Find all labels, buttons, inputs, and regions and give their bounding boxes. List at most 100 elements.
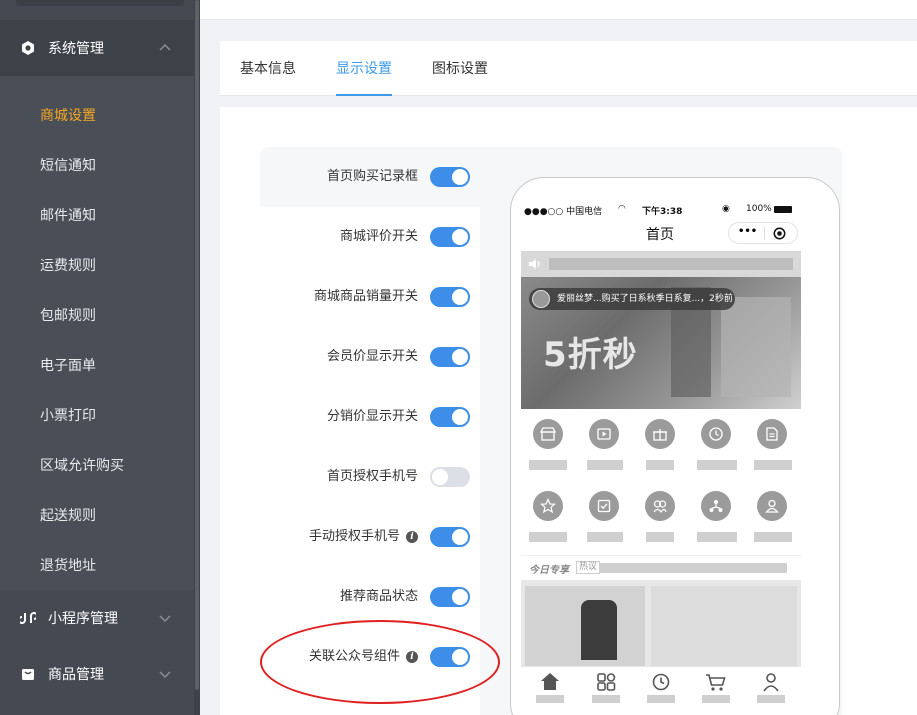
category-icon [597,673,616,691]
miniprogram-capsule[interactable]: ••• [728,222,798,244]
gear-icon [22,41,34,55]
member-price-toggle[interactable] [430,347,470,367]
more-icon[interactable]: ••• [738,226,757,237]
mini-program-icon [20,612,36,624]
setting-label: 分销价显示开关 [326,409,418,424]
setting-label: 首页授权手机号 [326,469,418,484]
sidebar-item-mall-settings[interactable]: 商城设置 [0,90,194,140]
tab-profile[interactable] [756,671,786,703]
top-header [200,0,917,20]
setting-label: 手动授权手机号 i [309,507,418,567]
chevron-up-icon [159,43,171,51]
sales-count-toggle[interactable] [430,287,470,307]
chevron-down-icon [159,615,171,623]
sidebar-group-label: 小程序管理 [48,611,118,627]
banner-text: 5折秒 [543,335,638,375]
chevron-down-icon [159,671,171,679]
user-icon [763,673,779,692]
distribution-icon[interactable] [701,491,731,521]
sidebar-item-e-waybill[interactable]: 电子面单 [0,340,194,390]
nav-label-placeholder [529,460,567,470]
nav-label-placeholder [697,460,737,470]
nav-label-placeholder [646,460,674,470]
sidebar-group-system[interactable]: 系统管理 [0,20,194,76]
sidebar-item-label: 电子面单 [40,358,96,374]
status-time: 下午3:38 [642,207,683,217]
goods-icon [22,669,34,680]
tab-icon-settings[interactable]: 图标设置 [432,41,488,96]
sidebar-scrollbar[interactable] [194,0,200,715]
home-auth-phone-toggle[interactable] [430,467,470,487]
distribution-price-toggle[interactable] [430,407,470,427]
sidebar-group-goods[interactable]: 商品管理 [0,646,194,702]
setting-label: 关联公众号组件 i [309,627,418,687]
setting-row-review: 商城评价开关 [260,207,480,267]
product-list-preview[interactable] [521,580,801,666]
tab-flash-sale[interactable] [646,671,676,703]
tab-category[interactable] [591,671,621,703]
purchase-record-toggle[interactable] [430,167,470,187]
tab-cart[interactable] [701,671,731,703]
sidebar-item-return-address[interactable]: 退货地址 [0,540,194,590]
tab-display-settings[interactable]: 显示设置 [336,41,392,96]
sidebar-item-label: 邮件通知 [40,208,96,224]
setting-row-home-auth-phone: 首页授权手机号 [260,447,480,507]
recommend-status-toggle[interactable] [430,587,470,607]
setting-label: 推荐商品状态 [339,589,418,604]
store-icon[interactable] [533,419,563,449]
sidebar-group-label: 商品管理 [48,667,104,683]
scrollbar-thumb[interactable] [195,0,199,690]
sidebar-item-label: 商城设置 [40,108,96,124]
speaker-icon [529,259,540,269]
carrier-text: ●●●○○ 中国电信 [524,207,603,217]
tab-basic-info[interactable]: 基本信息 [240,41,296,96]
alarm-icon: ◉ [722,204,730,214]
setting-label: 商城评价开关 [339,229,418,244]
nav-label-placeholder [529,532,567,542]
gift-icon[interactable] [645,419,675,449]
sidebar-item-email[interactable]: 邮件通知 [0,190,194,240]
notice-bar [521,251,801,277]
sidebar-item-label: 退货地址 [40,558,96,574]
sidebar-item-min-order[interactable]: 起送规则 [0,490,194,540]
nav-label-placeholder [754,532,792,542]
hot-badge: 热议 [576,561,601,574]
video-icon[interactable] [589,419,619,449]
info-icon[interactable]: i [406,651,418,663]
sidebar-item-free-shipping[interactable]: 包邮规则 [0,290,194,340]
close-target-icon[interactable] [773,227,786,240]
tab-home[interactable] [535,671,565,703]
wifi-icon: ◠ [618,204,626,214]
setting-row-sales-count: 商城商品销量开关 [260,267,480,327]
star-icon[interactable] [533,491,563,521]
sidebar-group-mini-program[interactable]: 小程序管理 [0,590,194,646]
sidebar-item-sms[interactable]: 短信通知 [0,140,194,190]
sidebar-group-label: 系统管理 [48,41,104,57]
official-account-toggle[interactable] [430,647,470,667]
manual-auth-phone-toggle[interactable] [430,527,470,547]
today-label: 今日专享 [529,565,569,576]
setting-label: 商城商品销量开关 [313,289,418,304]
info-icon[interactable]: i [406,531,418,543]
sidebar-item-label: 运费规则 [40,258,96,274]
document-icon[interactable] [757,419,787,449]
nav-label-placeholder [587,460,623,470]
user-center-icon[interactable] [757,491,787,521]
sidebar-item-receipt-print[interactable]: 小票打印 [0,390,194,440]
toast-text: 爱丽丝梦...购买了日系秋季日系复...，2秒前 [557,294,733,304]
sidebar-item-region-purchase[interactable]: 区域允许购买 [0,440,194,490]
setting-label: 会员价显示开关 [326,349,418,364]
today-special-header: 今日专享 热议 [521,555,801,579]
sidebar-item-freight[interactable]: 运费规则 [0,240,194,290]
checklist-icon[interactable] [589,491,619,521]
nav-label-placeholder [646,532,674,542]
battery-icon [774,206,792,213]
group-icon[interactable] [645,491,675,521]
purchase-record-toast: 爱丽丝梦...购买了日系秋季日系复...，2秒前 [529,288,735,310]
review-toggle[interactable] [430,227,470,247]
setting-row-manual-auth-phone: 手动授权手机号 i [260,507,480,567]
setting-row-official-account: 关联公众号组件 i [260,627,480,687]
clock-icon[interactable] [701,419,731,449]
nav-label-placeholder [754,460,792,470]
phone-page-title: 首页 [646,227,674,243]
